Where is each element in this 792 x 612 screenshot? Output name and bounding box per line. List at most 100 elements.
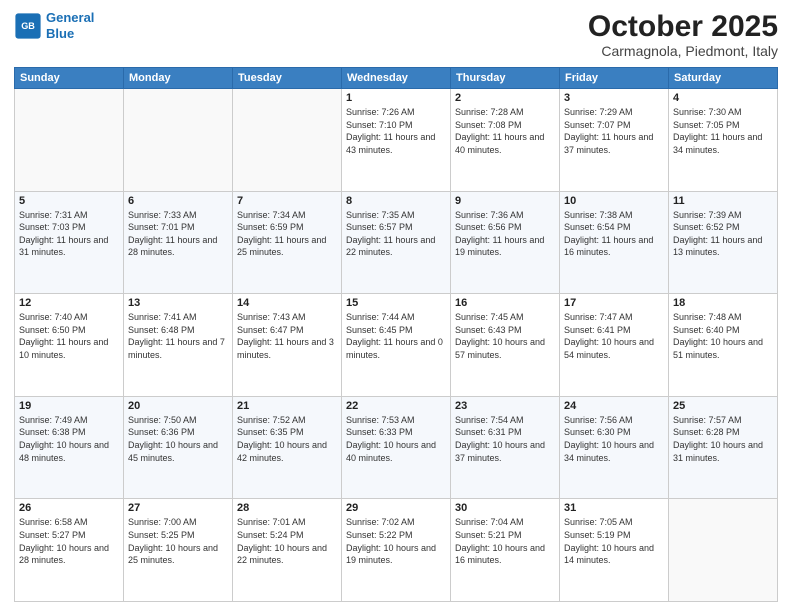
calendar-cell: 27Sunrise: 7:00 AMSunset: 5:25 PMDayligh…	[124, 499, 233, 602]
day-number: 27	[128, 502, 228, 514]
cell-content: Daylight: 11 hours and 37 minutes.	[564, 131, 664, 156]
cell-content: Sunset: 5:19 PM	[564, 529, 664, 542]
cell-content: Sunrise: 7:26 AM	[346, 106, 446, 119]
cell-content: Daylight: 10 hours and 22 minutes.	[237, 542, 337, 567]
day-number: 18	[673, 297, 773, 309]
day-number: 7	[237, 195, 337, 207]
calendar-cell: 6Sunrise: 7:33 AMSunset: 7:01 PMDaylight…	[124, 191, 233, 294]
cell-content: Sunset: 6:45 PM	[346, 324, 446, 337]
cell-content: Sunrise: 7:41 AM	[128, 311, 228, 324]
header: GB General Blue October 2025 Carmagnola,…	[14, 10, 778, 59]
cell-content: Sunrise: 7:35 AM	[346, 209, 446, 222]
col-friday: Friday	[560, 68, 669, 89]
calendar-cell: 10 Sunrise: 7:38 AMSunset: 6:54 PMDayligh…	[560, 191, 669, 294]
logo-line1: General	[46, 10, 94, 25]
calendar-cell: 5Sunrise: 7:31 AMSunset: 7:03 PMDaylight…	[15, 191, 124, 294]
calendar-cell: 2Sunrise: 7:28 AMSunset: 7:08 PMDaylight…	[451, 89, 560, 192]
calendar-page: GB General Blue October 2025 Carmagnola,…	[0, 0, 792, 612]
day-number: 6	[128, 195, 228, 207]
cell-content: Daylight: 10 hours and 19 minutes.	[346, 542, 446, 567]
calendar-cell: 1 Sunrise: 7:26 AMSunset: 7:10 PMDaylight…	[342, 89, 451, 192]
cell-content: Sunrise: 7:44 AM	[346, 311, 446, 324]
day-number: 20	[128, 400, 228, 412]
logo-icon: GB	[14, 12, 42, 40]
cell-content: Daylight: 11 hours and 43 minutes.	[346, 131, 446, 156]
cell-content: Daylight: 11 hours and 7 minutes.	[128, 336, 228, 361]
logo: GB General Blue	[14, 10, 94, 41]
day-number: 23	[455, 400, 555, 412]
calendar-cell: 22Sunrise: 7:53 AMSunset: 6:33 PMDayligh…	[342, 396, 451, 499]
cell-content: Daylight: 11 hours and 34 minutes.	[673, 131, 773, 156]
cell-content: Sunrise: 7:40 AM	[19, 311, 119, 324]
cell-content: Sunset: 7:08 PM	[455, 119, 555, 132]
col-saturday: Saturday	[669, 68, 778, 89]
cell-content: Sunset: 6:54 PM	[564, 221, 664, 234]
col-sunday: Sunday	[15, 68, 124, 89]
cell-content: Daylight: 11 hours and 28 minutes.	[128, 234, 228, 259]
day-number: 1	[346, 92, 446, 104]
calendar-cell: 15Sunrise: 7:44 AMSunset: 6:45 PMDayligh…	[342, 294, 451, 397]
day-number: 5	[19, 195, 119, 207]
calendar-cell: 26Sunrise: 6:58 AMSunset: 5:27 PMDayligh…	[15, 499, 124, 602]
cell-content: Daylight: 11 hours and 13 minutes.	[673, 234, 773, 259]
cell-content: Sunset: 7:10 PM	[346, 119, 446, 132]
cell-content: Sunrise: 7:29 AM	[564, 106, 664, 119]
calendar-cell: 8 Sunrise: 7:35 AMSunset: 6:57 PMDaylight…	[342, 191, 451, 294]
week-row-4: 26Sunrise: 6:58 AMSunset: 5:27 PMDayligh…	[15, 499, 778, 602]
cell-content: Daylight: 10 hours and 37 minutes.	[455, 439, 555, 464]
calendar-cell: 28Sunrise: 7:01 AMSunset: 5:24 PMDayligh…	[233, 499, 342, 602]
cell-content: Daylight: 11 hours and 16 minutes.	[564, 234, 664, 259]
col-thursday: Thursday	[451, 68, 560, 89]
day-number: 4	[673, 92, 773, 104]
cell-content: Sunset: 5:25 PM	[128, 529, 228, 542]
cell-content: Sunrise: 7:04 AM	[455, 516, 555, 529]
cell-content: Sunset: 6:52 PM	[673, 221, 773, 234]
cell-content: Daylight: 11 hours and 22 minutes.	[346, 234, 446, 259]
cell-content: Sunset: 6:30 PM	[564, 426, 664, 439]
month-title: October 2025	[588, 10, 778, 43]
cell-content: Sunrise: 7:00 AM	[128, 516, 228, 529]
cell-content: Daylight: 10 hours and 31 minutes.	[673, 439, 773, 464]
cell-content: Sunrise: 7:38 AM	[564, 209, 664, 222]
day-number: 31	[564, 502, 664, 514]
cell-content: Sunset: 5:21 PM	[455, 529, 555, 542]
cell-content: Sunrise: 7:05 AM	[564, 516, 664, 529]
calendar-cell: 3 Sunrise: 7:29 AMSunset: 7:07 PMDaylight…	[560, 89, 669, 192]
week-row-0: 1Sunrise: 7:26 AMSunset: 7:10 PMDaylight…	[15, 89, 778, 192]
location: Carmagnola, Piedmont, Italy	[588, 43, 778, 59]
cell-content: Daylight: 10 hours and 16 minutes.	[455, 542, 555, 567]
cell-content: Daylight: 11 hours and 3 minutes.	[237, 336, 337, 361]
day-number: 11	[673, 195, 773, 207]
cell-content: Sunset: 6:59 PM	[237, 221, 337, 234]
calendar-cell	[669, 499, 778, 602]
cell-content: Sunrise: 7:36 AM	[455, 209, 555, 222]
cell-content: Daylight: 10 hours and 51 minutes.	[673, 336, 773, 361]
day-number: 28	[237, 502, 337, 514]
cell-content: Sunset: 6:48 PM	[128, 324, 228, 337]
day-number: 30	[455, 502, 555, 514]
calendar-cell: 18Sunrise: 7:48 AMSunset: 6:40 PMDayligh…	[669, 294, 778, 397]
day-number: 10	[564, 195, 664, 207]
cell-content: Sunset: 7:07 PM	[564, 119, 664, 132]
cell-content: Daylight: 11 hours and 40 minutes.	[455, 131, 555, 156]
day-number: 3	[564, 92, 664, 104]
calendar-header: Sunday Monday Tuesday Wednesday Thursday…	[15, 68, 778, 89]
cell-content: Sunset: 7:05 PM	[673, 119, 773, 132]
calendar-cell: 11Sunrise: 7:39 AMSunset: 6:52 PMDayligh…	[669, 191, 778, 294]
calendar-cell: 25Sunrise: 7:57 AMSunset: 6:28 PMDayligh…	[669, 396, 778, 499]
day-number: 22	[346, 400, 446, 412]
cell-content: Sunset: 6:57 PM	[346, 221, 446, 234]
cell-content: Sunrise: 7:49 AM	[19, 414, 119, 427]
cell-content: Sunrise: 7:33 AM	[128, 209, 228, 222]
svg-text:GB: GB	[21, 20, 35, 30]
day-number: 14	[237, 297, 337, 309]
logo-text: General Blue	[46, 10, 94, 41]
cell-content: Daylight: 10 hours and 54 minutes.	[564, 336, 664, 361]
cell-content: Daylight: 11 hours and 25 minutes.	[237, 234, 337, 259]
day-number: 13	[128, 297, 228, 309]
calendar-cell: 17Sunrise: 7:47 AMSunset: 6:41 PMDayligh…	[560, 294, 669, 397]
cell-content: Sunrise: 7:43 AM	[237, 311, 337, 324]
day-number: 9	[455, 195, 555, 207]
day-number: 8	[346, 195, 446, 207]
header-row: Sunday Monday Tuesday Wednesday Thursday…	[15, 68, 778, 89]
